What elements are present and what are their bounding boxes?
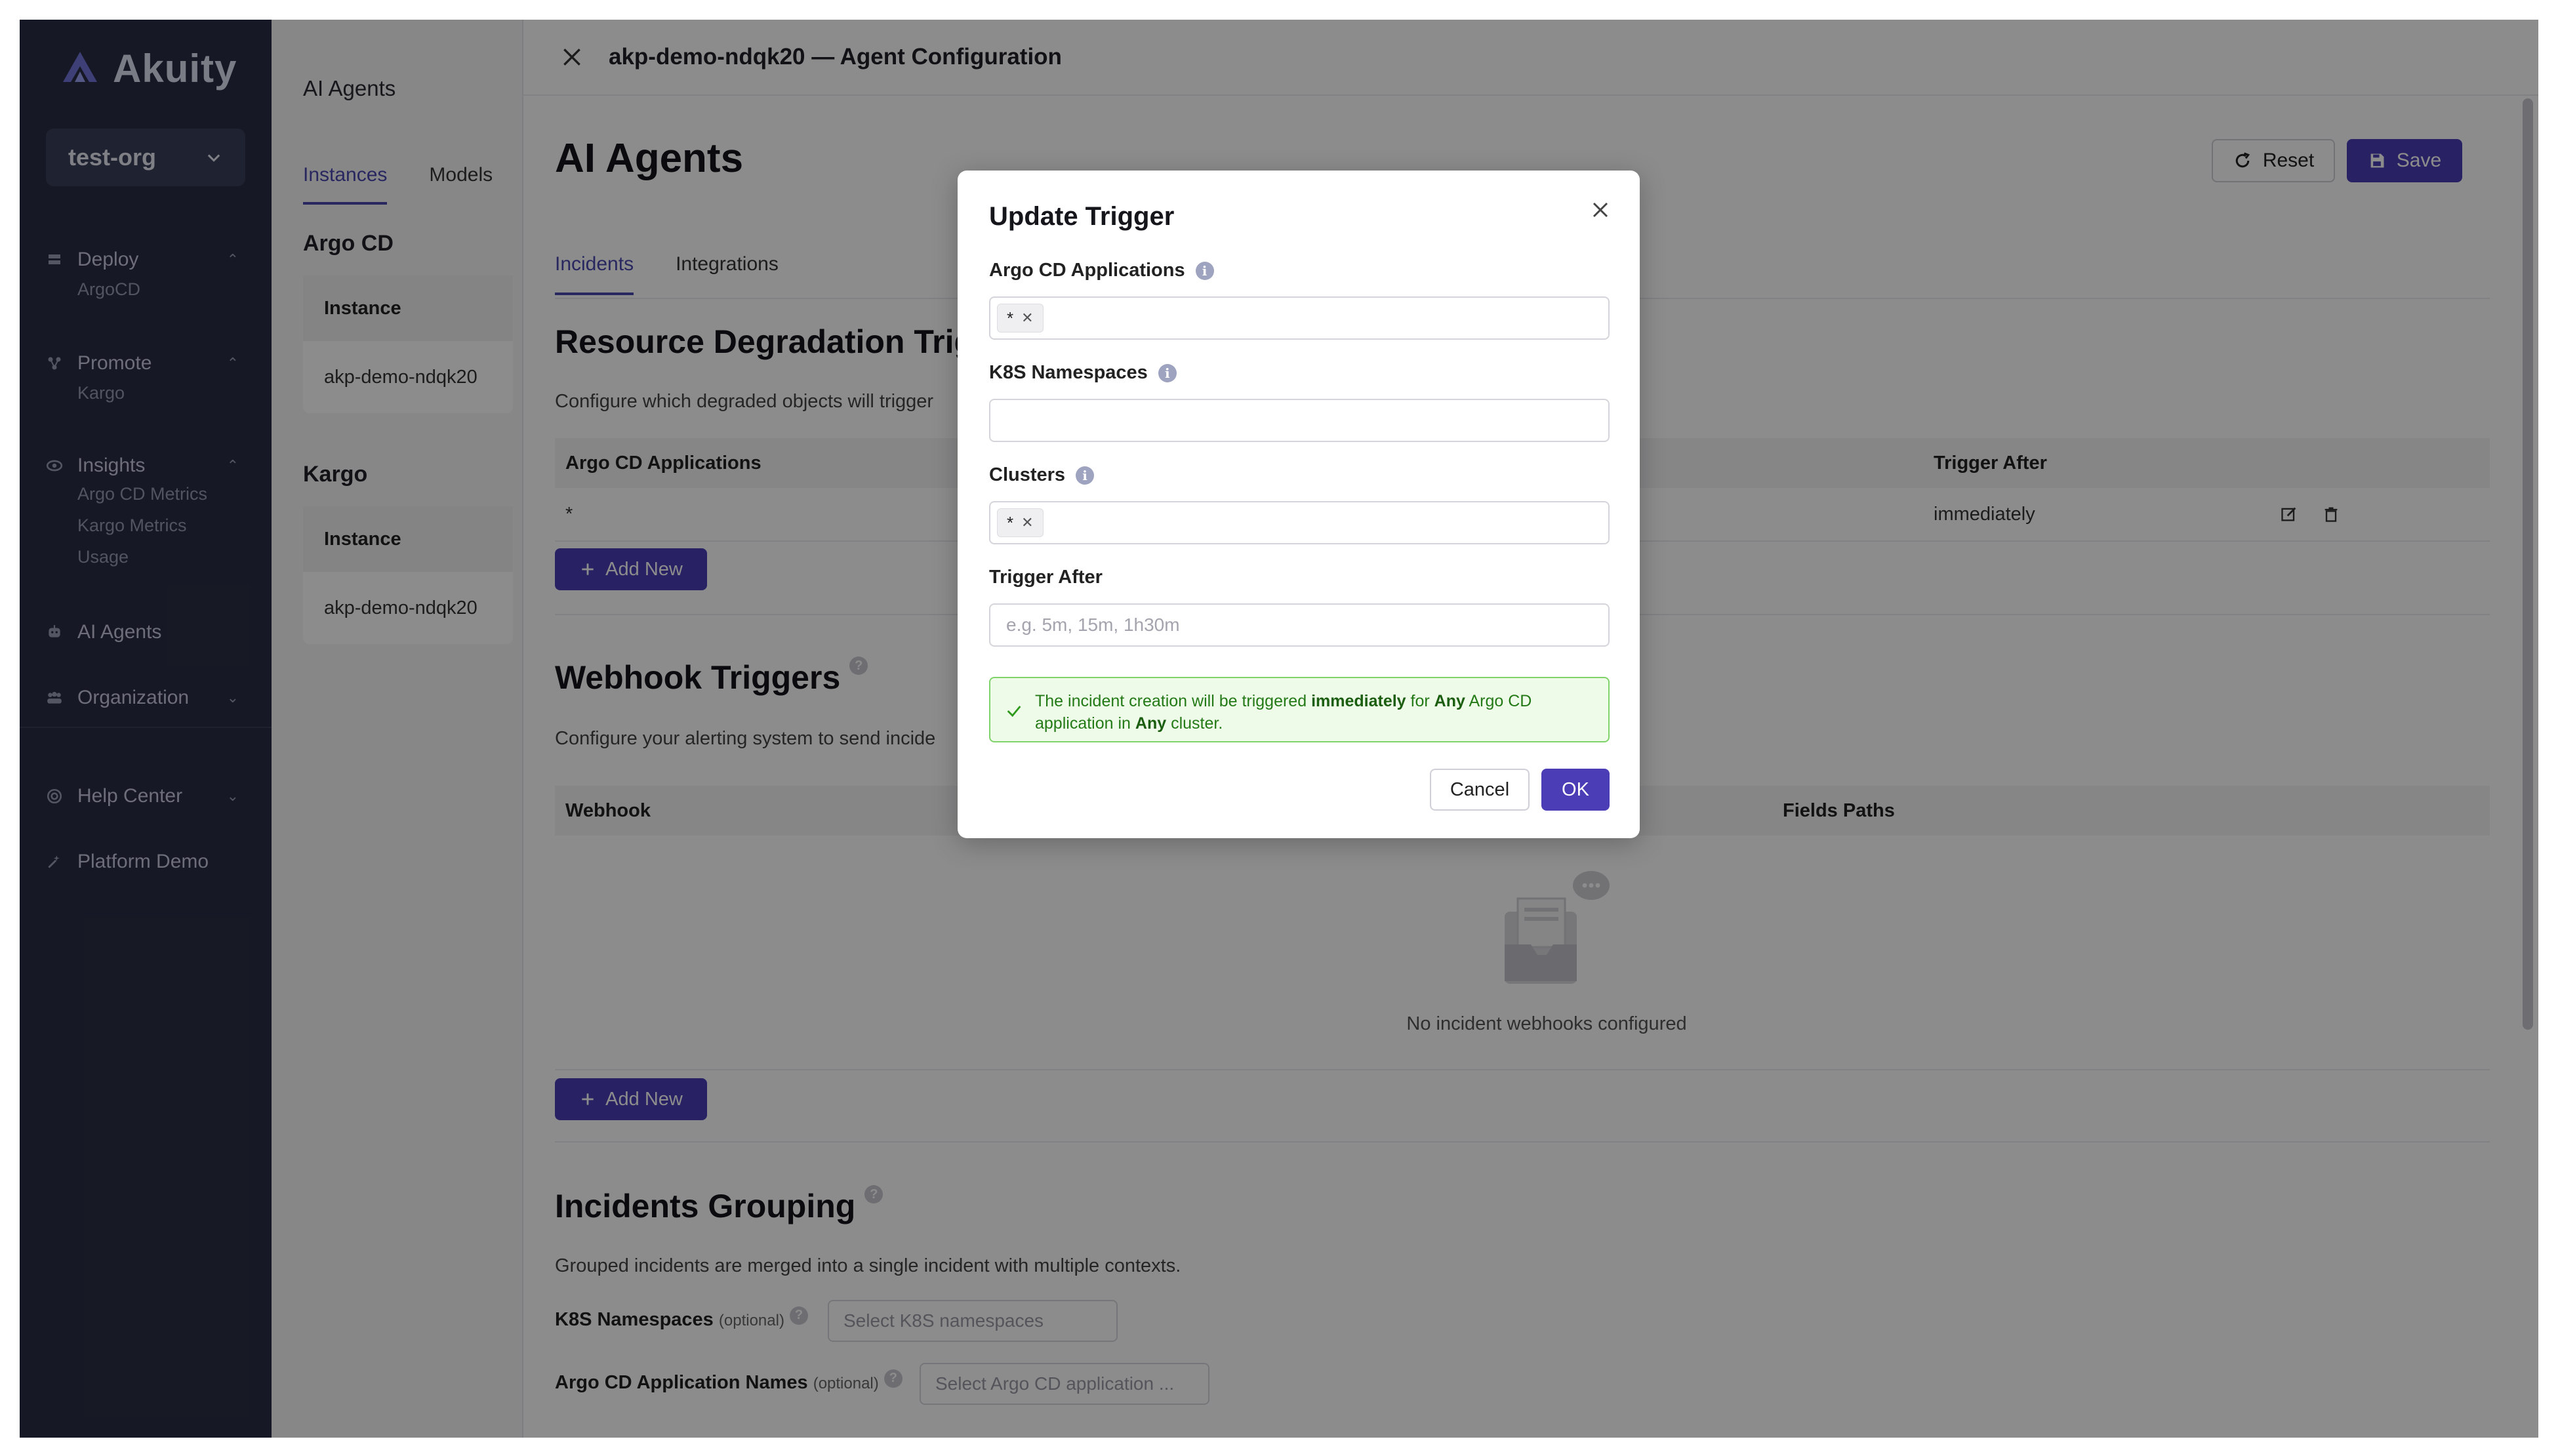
- tag-remove-icon[interactable]: ✕: [1021, 310, 1033, 327]
- app-window: Akuity test-org Deploy ⌃ ArgoCD Promote …: [20, 20, 2538, 1438]
- check-icon: [1007, 706, 1021, 718]
- modal-title: Update Trigger: [989, 202, 1175, 231]
- cancel-button[interactable]: Cancel: [1430, 769, 1530, 811]
- tag-remove-icon[interactable]: ✕: [1021, 514, 1033, 531]
- apps-select[interactable]: * ✕: [989, 296, 1610, 340]
- clusters-field-label: Clusters i: [989, 464, 1095, 486]
- trigger-summary-alert: The incident creation will be triggered …: [989, 677, 1610, 742]
- apps-field-label: Argo CD Applications i: [989, 260, 1214, 281]
- tag-text: *: [1007, 308, 1014, 328]
- alert-bold: immediately: [1311, 692, 1406, 710]
- alert-bold: Any: [1434, 692, 1465, 710]
- clusters-select[interactable]: * ✕: [989, 501, 1610, 544]
- tag-text: *: [1007, 512, 1014, 533]
- alert-bold: Any: [1135, 714, 1167, 733]
- alert-part: cluster.: [1166, 714, 1223, 733]
- label-text: Argo CD Applications: [989, 260, 1185, 281]
- info-icon[interactable]: i: [1076, 466, 1095, 485]
- alert-text: The incident creation will be triggered …: [1035, 690, 1595, 735]
- alert-part: The incident creation will be triggered: [1035, 692, 1312, 710]
- close-icon[interactable]: [1587, 197, 1614, 223]
- label-text: Clusters: [989, 464, 1066, 485]
- ns-select[interactable]: [989, 399, 1610, 442]
- ok-button[interactable]: OK: [1541, 769, 1610, 811]
- selected-tag: * ✕: [997, 508, 1044, 537]
- info-icon[interactable]: i: [1195, 261, 1214, 280]
- alert-part: for: [1406, 692, 1434, 710]
- update-trigger-modal: Update Trigger Argo CD Applications i * …: [958, 171, 1640, 838]
- label-text: Trigger After: [989, 567, 1103, 588]
- selected-tag: * ✕: [997, 304, 1044, 333]
- label-text: K8S Namespaces: [989, 362, 1148, 383]
- ns-field-label: K8S Namespaces i: [989, 362, 1177, 384]
- trigger-field-label: Trigger After: [989, 567, 1103, 588]
- info-icon[interactable]: i: [1158, 363, 1177, 382]
- trigger-after-input[interactable]: e.g. 5m, 15m, 1h30m: [989, 603, 1610, 647]
